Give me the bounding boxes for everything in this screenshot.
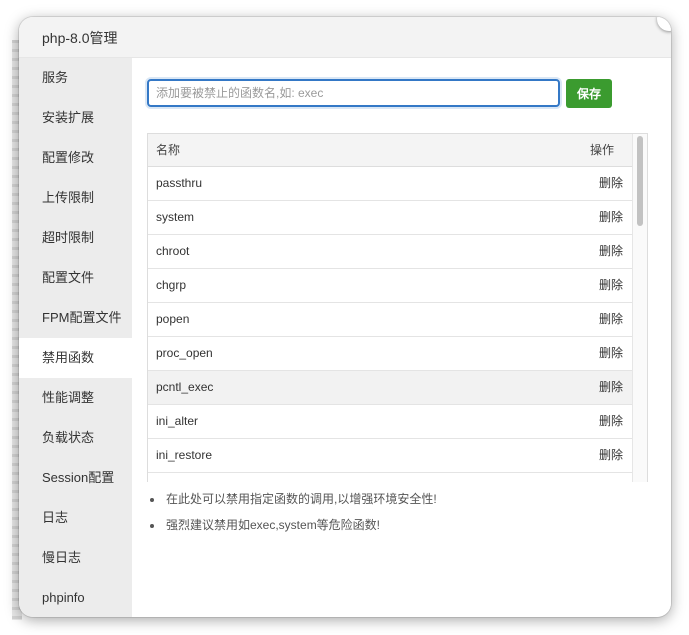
sidebar-item-config-file[interactable]: 配置文件 xyxy=(19,258,132,298)
delete-link[interactable]: 删除 xyxy=(599,371,623,404)
table-row: chgrp 删除 xyxy=(148,269,632,303)
delete-link[interactable]: 删除 xyxy=(599,405,623,438)
sidebar-item-log[interactable]: 日志 xyxy=(19,498,132,538)
sidebar-item-phpinfo[interactable]: phpinfo xyxy=(19,578,132,617)
help-notes: 在此处可以禁用指定函数的调用,以增强环境安全性! 强烈建议禁用如exec,sys… xyxy=(147,486,437,538)
sidebar-item-upload-limit[interactable]: 上传限制 xyxy=(19,178,132,218)
function-name: chroot xyxy=(156,244,190,258)
function-name: popen xyxy=(156,312,190,326)
sidebar-item-timeout-limit[interactable]: 超时限制 xyxy=(19,218,132,258)
sidebar-item-fpm-config-file[interactable]: FPM配置文件 xyxy=(19,298,132,338)
function-name: passthru xyxy=(156,176,203,190)
table-row: ini_restore 删除 xyxy=(148,439,632,473)
table-header: 名称 操作 xyxy=(148,134,632,167)
dialog-title: php-8.0管理 xyxy=(42,30,118,46)
sidebar-item-slow-log[interactable]: 慢日志 xyxy=(19,538,132,578)
sidebar-item-service[interactable]: 服务 xyxy=(19,58,132,98)
sidebar: 服务 安装扩展 配置修改 上传限制 超时限制 配置文件 FPM配置文件 禁用函数… xyxy=(19,58,132,617)
function-name: ini_alter xyxy=(156,414,199,428)
function-name: proc_open xyxy=(156,346,213,360)
column-header-name: 名称 xyxy=(156,143,181,157)
table-scrollbar[interactable] xyxy=(632,134,647,482)
delete-link[interactable]: 删除 xyxy=(599,439,623,472)
sidebar-item-disabled-functions[interactable]: 禁用函数 xyxy=(19,338,132,378)
dialog-titlebar: php-8.0管理 xyxy=(19,17,671,58)
table-row: proc_open 删除 xyxy=(148,337,632,371)
help-note: 强烈建议禁用如exec,system等危险函数! xyxy=(164,512,437,538)
sidebar-item-performance[interactable]: 性能调整 xyxy=(19,378,132,418)
table-row-hovered: pcntl_exec 删除 xyxy=(148,371,632,405)
main-panel: 保存 名称 操作 passthru 删除 system 删除 chroot 删除… xyxy=(132,58,671,617)
delete-link[interactable]: 删除 xyxy=(599,235,623,268)
disabled-functions-table: 名称 操作 passthru 删除 system 删除 chroot 删除 ch… xyxy=(147,133,648,482)
function-name-input[interactable] xyxy=(147,79,560,107)
table-row: chroot 删除 xyxy=(148,235,632,269)
delete-link[interactable]: 删除 xyxy=(599,201,623,234)
delete-link[interactable]: 删除 xyxy=(599,337,623,370)
table-row: ini_alter 删除 xyxy=(148,405,632,439)
delete-link[interactable]: 删除 xyxy=(599,303,623,336)
sidebar-item-session-config[interactable]: Session配置 xyxy=(19,458,132,498)
sidebar-item-load-status[interactable]: 负载状态 xyxy=(19,418,132,458)
column-header-action: 操作 xyxy=(589,143,614,157)
sidebar-item-config-edit[interactable]: 配置修改 xyxy=(19,138,132,178)
table-row: passthru 删除 xyxy=(148,167,632,201)
table-row: popen 删除 xyxy=(148,303,632,337)
scrollbar-thumb[interactable] xyxy=(637,136,643,226)
save-button[interactable]: 保存 xyxy=(566,79,612,108)
function-name: pcntl_exec xyxy=(156,380,214,394)
sidebar-item-install-extension[interactable]: 安装扩展 xyxy=(19,98,132,138)
table-row-partial xyxy=(148,473,632,482)
php-manager-dialog: php-8.0管理 服务 安装扩展 配置修改 上传限制 超时限制 配置文件 FP… xyxy=(19,17,671,617)
help-note: 在此处可以禁用指定函数的调用,以增强环境安全性! xyxy=(164,486,437,512)
function-name: chgrp xyxy=(156,278,187,292)
table-row: system 删除 xyxy=(148,201,632,235)
function-name: system xyxy=(156,210,195,224)
delete-link[interactable]: 删除 xyxy=(599,167,623,200)
function-name: ini_restore xyxy=(156,448,213,462)
delete-link[interactable]: 删除 xyxy=(599,269,623,302)
